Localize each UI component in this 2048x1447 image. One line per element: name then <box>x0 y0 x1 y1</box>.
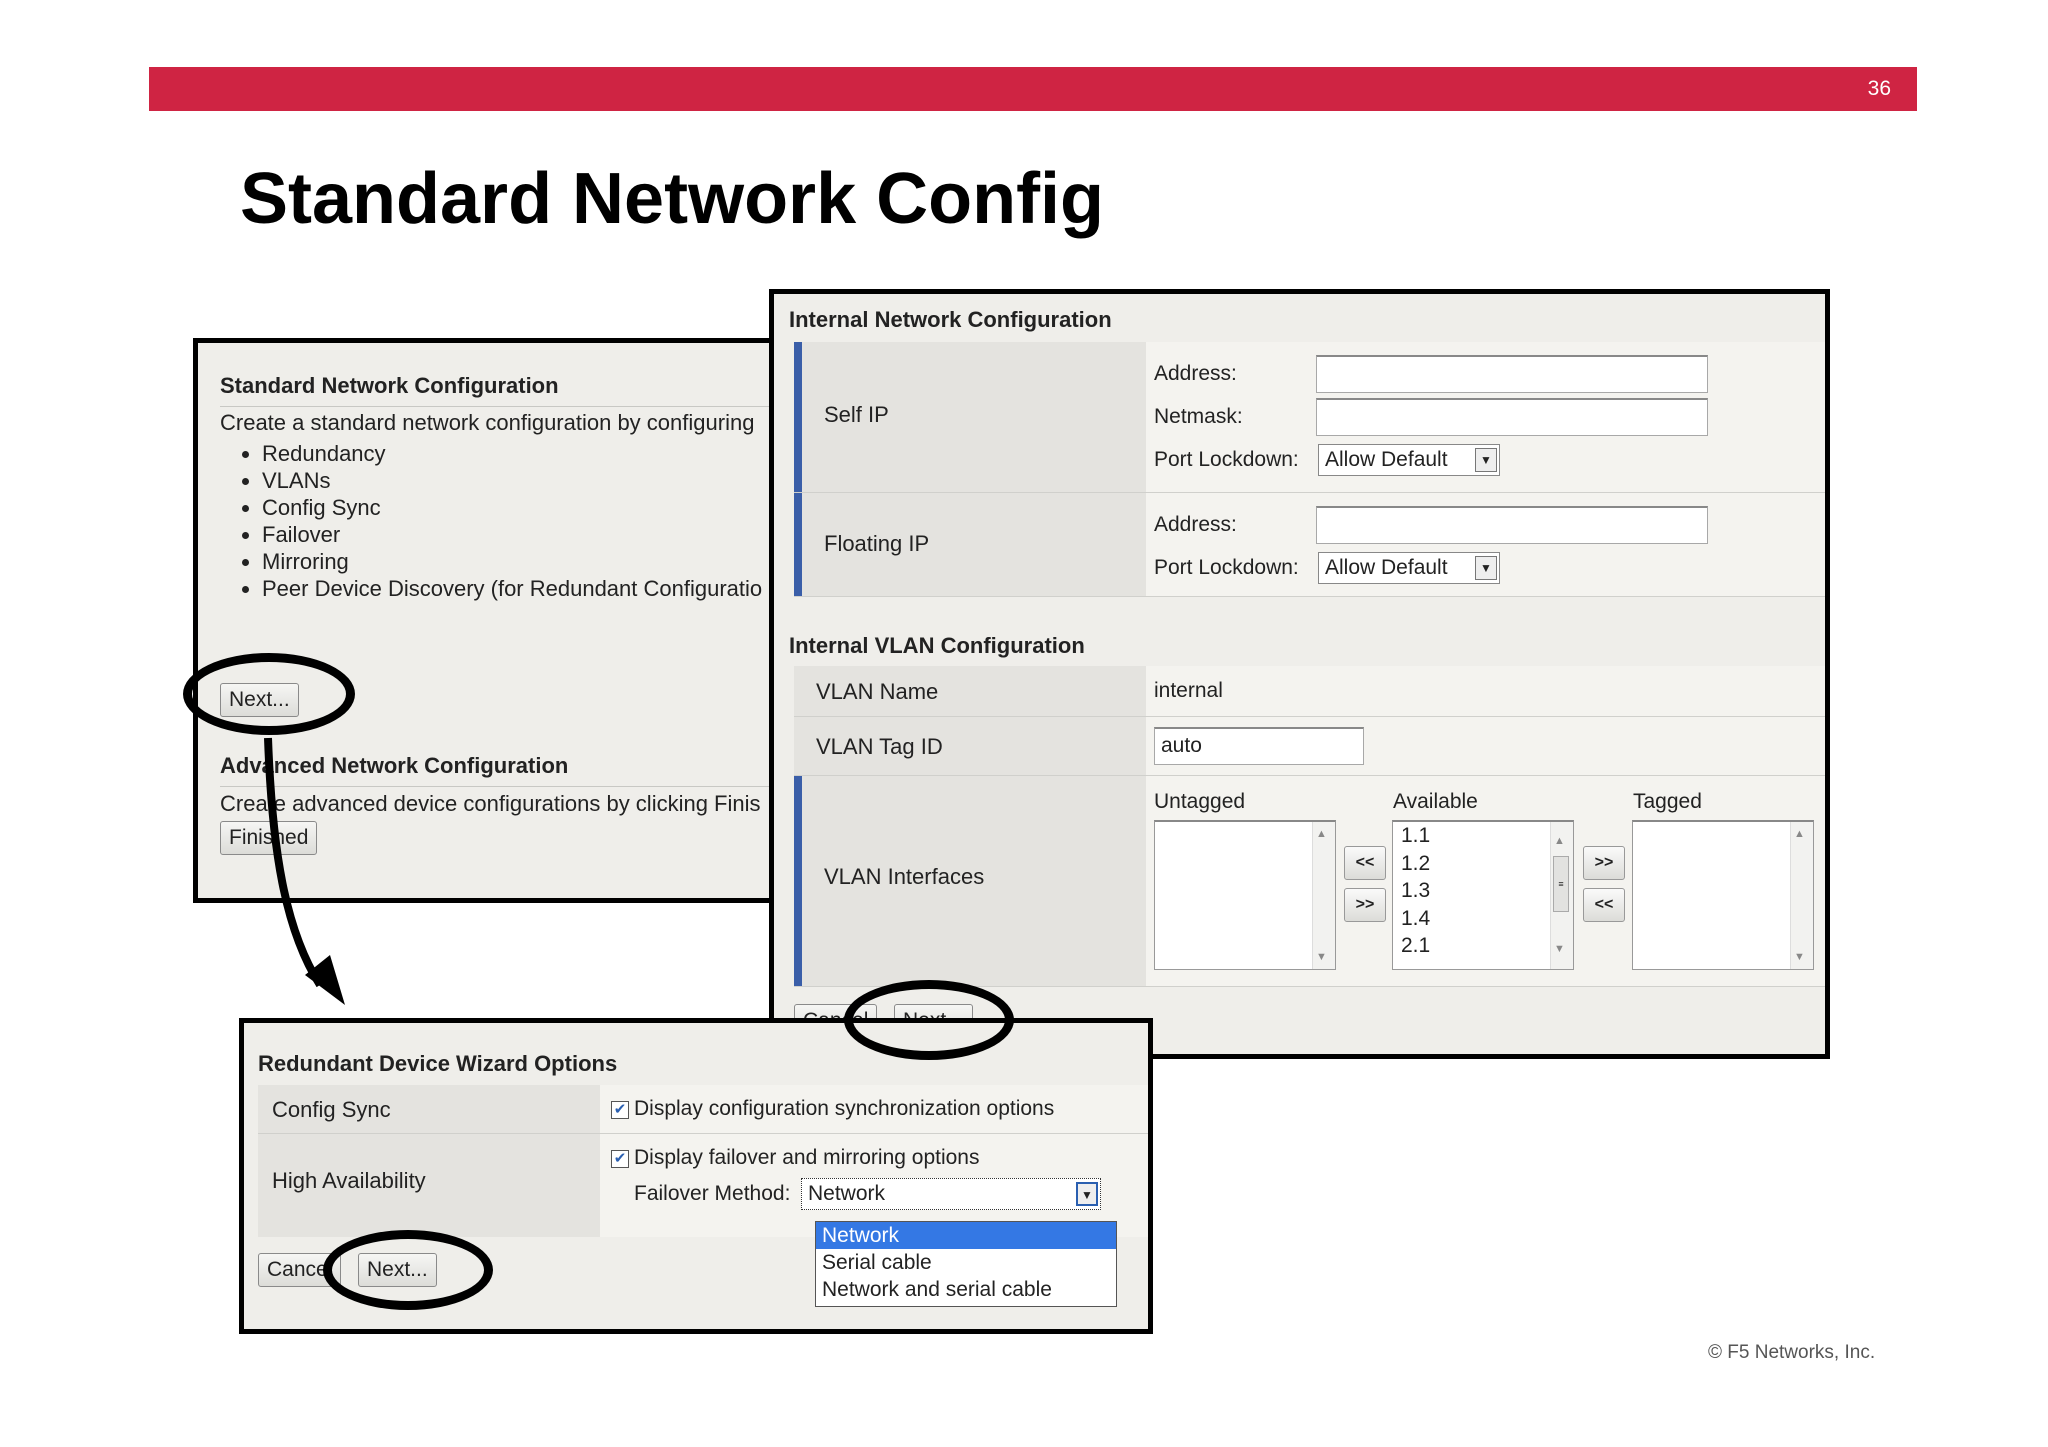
flow-arrow <box>264 737 345 1005</box>
copyright: © F5 Networks, Inc. <box>1708 1342 1876 1363</box>
